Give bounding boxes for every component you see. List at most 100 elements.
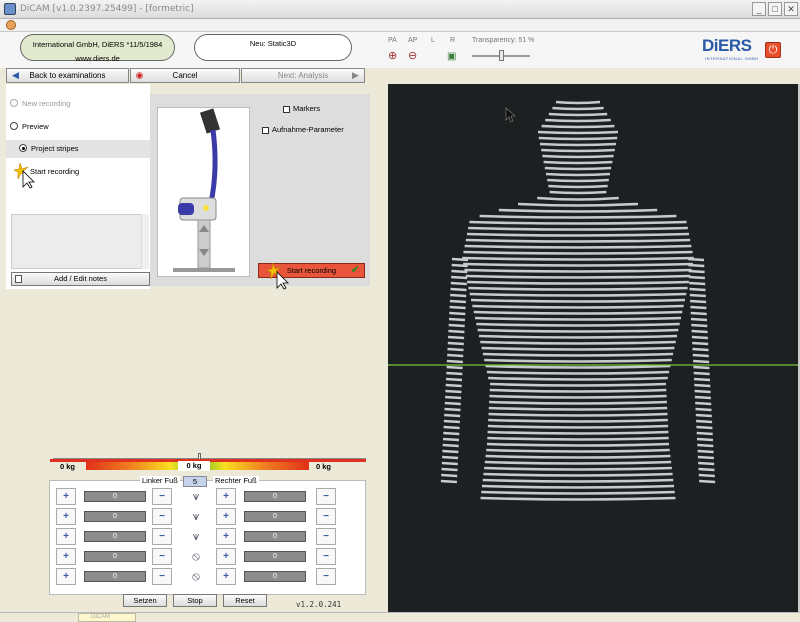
arm-stripe: [451, 269, 468, 274]
projection-stripe: [486, 442, 670, 447]
gear-icon[interactable]: [6, 20, 16, 30]
step-preview[interactable]: Preview: [10, 118, 49, 136]
projection-stripe: [480, 496, 676, 501]
right-minus-button[interactable]: −: [316, 548, 336, 565]
projection-stripe: [545, 172, 611, 177]
arm-stripe: [443, 419, 460, 424]
camera-viewport[interactable]: [388, 84, 798, 612]
left-value-field[interactable]: 0: [84, 511, 146, 522]
left-plus-button[interactable]: +: [56, 508, 76, 525]
window-title: DiCAM [v1.0.2397.25499] - [formetric]: [20, 4, 194, 14]
projection-stripe: [538, 136, 618, 141]
left-plus-button[interactable]: +: [56, 568, 76, 585]
notes-scrollbar[interactable]: [141, 214, 149, 269]
right-minus-button[interactable]: −: [316, 528, 336, 545]
arm-stripe: [451, 263, 468, 268]
notes-icon: [15, 275, 22, 283]
arm-stripe: [690, 311, 707, 316]
maximize-button[interactable]: □: [768, 2, 782, 16]
arm-stripe: [690, 305, 707, 310]
arm-stripe: [449, 299, 466, 304]
arm-stripe: [448, 329, 465, 334]
title-bar: DiCAM [v1.0.2397.25499] - [formetric] _ …: [0, 0, 800, 19]
arm-stripe: [687, 257, 705, 262]
left-plus-button[interactable]: +: [56, 528, 76, 545]
left-plus-button[interactable]: +: [56, 488, 76, 505]
arm-stripe: [441, 467, 458, 472]
back-to-examinations-button[interactable]: ◀ Back to examinations: [6, 68, 129, 83]
arm-stripe: [690, 317, 708, 322]
close-button[interactable]: ✕: [784, 2, 798, 16]
left-value-field[interactable]: 0: [84, 531, 146, 542]
foot-count[interactable]: 5: [183, 476, 207, 487]
projection-stripe: [474, 316, 682, 321]
projection-stripe: [487, 424, 669, 429]
transparency-slider-thumb[interactable]: [499, 50, 504, 61]
projection-stripe: [547, 178, 609, 183]
stop-button[interactable]: Stop: [173, 594, 217, 607]
cancel-icon: ◉: [135, 70, 144, 80]
reset-button[interactable]: Reset: [223, 594, 267, 607]
arm-stripe: [451, 275, 468, 280]
right-plus-button[interactable]: +: [216, 488, 236, 505]
left-minus-button[interactable]: −: [152, 548, 172, 565]
radio-selected-icon: [19, 144, 27, 153]
arm-stripe: [693, 365, 710, 370]
status-task[interactable]: DiCAM: [78, 613, 136, 622]
markers-checkbox[interactable]: Markers: [283, 104, 320, 113]
projection-stripe: [545, 118, 611, 123]
left-minus-button[interactable]: −: [152, 508, 172, 525]
checkbox-icon: [283, 105, 290, 113]
export-icon[interactable]: ▣: [447, 51, 458, 62]
arm-stripe: [445, 389, 462, 394]
patient-name: International GmbH, DiERS *11/5/1984: [32, 40, 163, 49]
right-minus-button[interactable]: −: [316, 508, 336, 525]
view-ap[interactable]: AP: [408, 37, 417, 44]
right-minus-button[interactable]: −: [316, 488, 336, 505]
projection-stripe: [548, 112, 608, 117]
arm-stripe: [697, 449, 714, 454]
left-value-field[interactable]: 0: [84, 571, 146, 582]
right-value-field[interactable]: 0: [244, 531, 306, 542]
zoom-in-icon[interactable]: ⊕: [388, 51, 399, 62]
right-value-field[interactable]: 0: [244, 511, 306, 522]
right-value-field[interactable]: 0: [244, 571, 306, 582]
view-pa[interactable]: PA: [388, 37, 397, 44]
left-value-field[interactable]: 0: [84, 551, 146, 562]
projection-stripe: [481, 490, 675, 495]
step-project-stripes[interactable]: Project stripes: [6, 140, 150, 158]
arm-stripe: [694, 395, 711, 400]
projection-stripe: [480, 340, 676, 345]
minimize-button[interactable]: _: [752, 2, 766, 16]
zoom-out-icon[interactable]: ⊖: [408, 51, 419, 62]
arm-stripe: [692, 347, 709, 352]
power-icon[interactable]: ⏻: [765, 42, 781, 58]
left-minus-button[interactable]: −: [152, 528, 172, 545]
cancel-button[interactable]: ◉ Cancel: [130, 68, 240, 83]
left-plus-button[interactable]: +: [56, 548, 76, 565]
right-plus-button[interactable]: +: [216, 548, 236, 565]
projection-stripe: [485, 454, 671, 459]
patient-info[interactable]: International GmbH, DiERS *11/5/1984 www…: [20, 34, 175, 63]
right-value-field[interactable]: 0: [244, 491, 306, 502]
projection-stripe: [486, 448, 670, 453]
notes-textarea[interactable]: [11, 214, 149, 269]
add-edit-notes-button[interactable]: Add / Edit notes: [11, 272, 150, 286]
aufnahme-parameter-checkbox[interactable]: Aufnahme-Parameter: [262, 125, 344, 134]
right-minus-button[interactable]: −: [316, 568, 336, 585]
next-analysis-button[interactable]: Next: Analysis ▶: [241, 68, 365, 83]
projection-stripe: [477, 328, 679, 333]
recording-mode[interactable]: Neu: Static3D: [194, 34, 352, 61]
view-l[interactable]: L: [431, 37, 435, 44]
left-minus-button[interactable]: −: [152, 488, 172, 505]
arm-stripe: [446, 371, 463, 376]
right-plus-button[interactable]: +: [216, 528, 236, 545]
view-r[interactable]: R: [450, 37, 455, 44]
left-value-field[interactable]: 0: [84, 491, 146, 502]
right-plus-button[interactable]: +: [216, 568, 236, 585]
step-new-recording[interactable]: New recording: [10, 95, 70, 113]
right-value-field[interactable]: 0: [244, 551, 306, 562]
set-button[interactable]: Setzen: [123, 594, 167, 607]
left-minus-button[interactable]: −: [152, 568, 172, 585]
right-plus-button[interactable]: +: [216, 508, 236, 525]
